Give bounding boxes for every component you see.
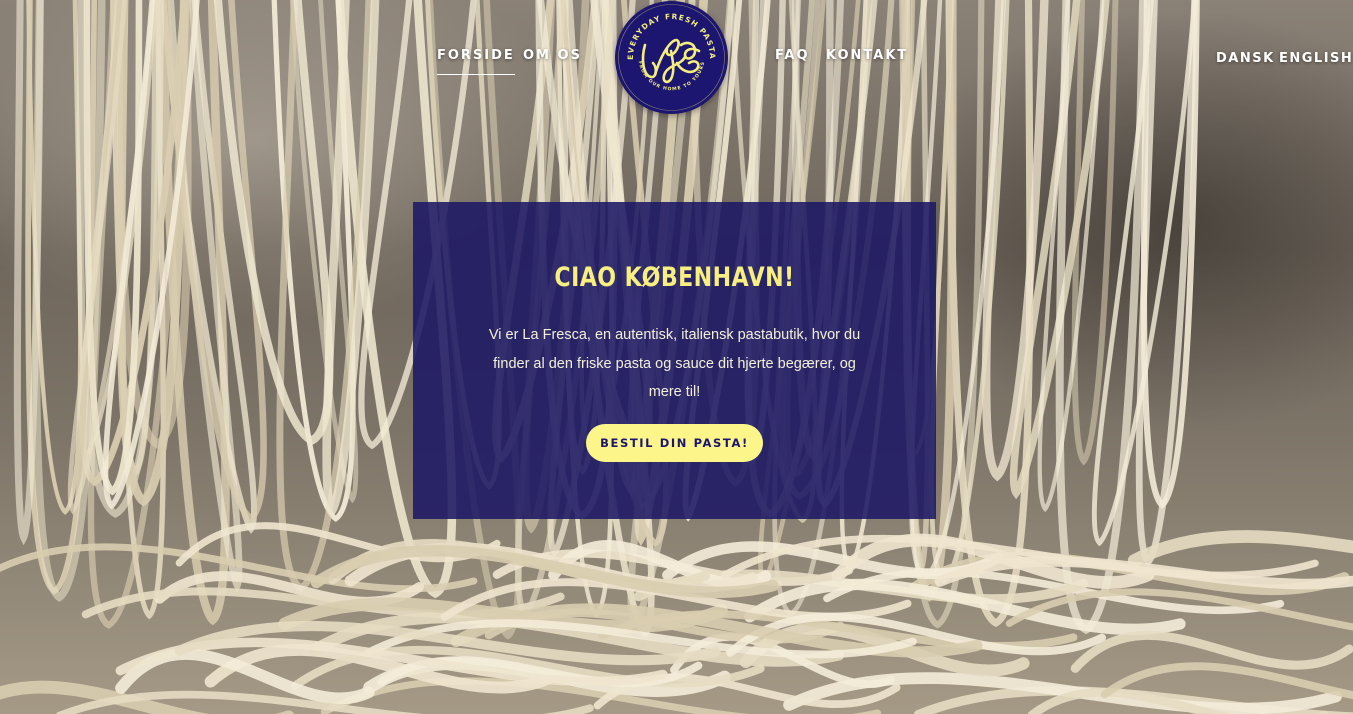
logo-wordmark-script [641,38,701,84]
hero-description: Vi er La Fresca, en autentisk, italiensk… [488,327,861,400]
logo-emblem: EVERYDAY FRESH PASTA FROM OUR HOME TO YO… [618,4,725,111]
nav-link-forside[interactable]: FORSIDE [437,48,515,75]
language-switch-dansk[interactable]: DANSK [1216,51,1275,66]
nav-link-kontakt[interactable]: KONTAKT [826,48,908,63]
brand-logo[interactable]: EVERYDAY FRESH PASTA FROM OUR HOME TO YO… [615,1,728,114]
order-pasta-button[interactable]: BESTIL DIN PASTA! [586,424,763,462]
nav-link-om-os[interactable]: OM OS [523,48,582,63]
language-switch-english[interactable]: ENGLISH [1279,51,1353,66]
nav-link-faq[interactable]: FAQ [775,48,810,63]
pasta-pile-strand [1005,588,1353,631]
hero-title: CIAO KØBENHAVN! [554,262,795,293]
pasta-pile-strand [1127,530,1353,567]
hero-card: CIAO KØBENHAVN! Vi er La Fresca, en aute… [413,202,936,519]
